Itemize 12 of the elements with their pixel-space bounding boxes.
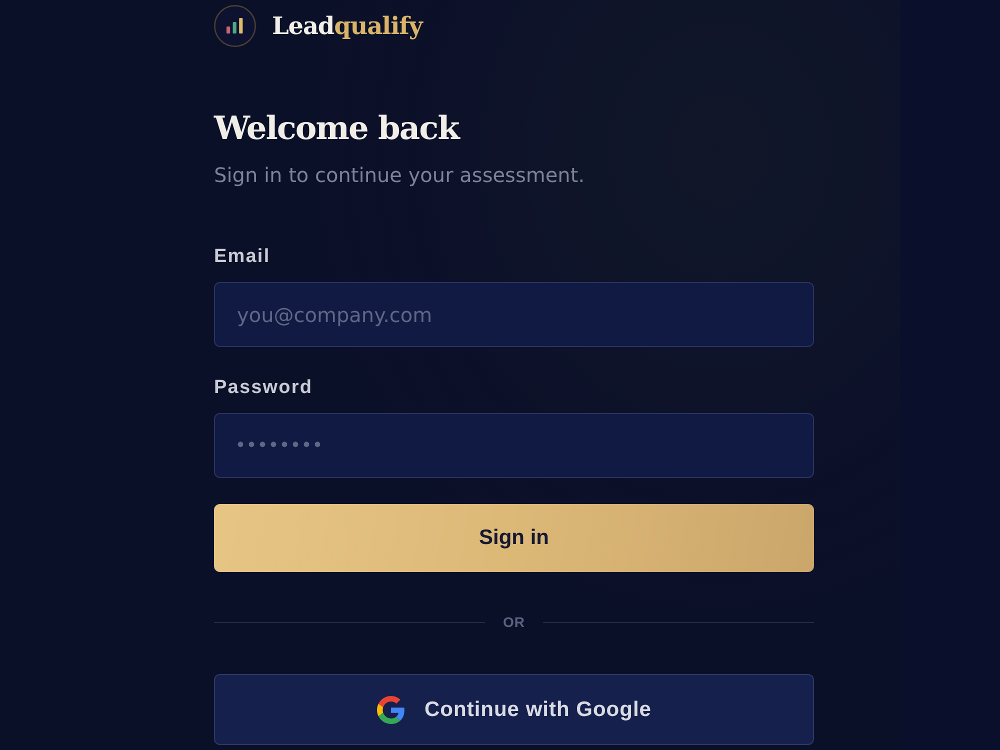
- sign-in-button[interactable]: Sign in: [214, 504, 814, 572]
- field-label: Password: [214, 376, 313, 399]
- divider-label: OR: [503, 613, 525, 631]
- google-sign-in-button[interactable]: Continue with Google: [214, 674, 814, 745]
- password-field[interactable]: ••••••••: [214, 413, 814, 478]
- bar-chart-logo-icon: [214, 5, 256, 47]
- field-label: Email: [214, 245, 270, 268]
- google-g-icon: [376, 696, 404, 724]
- email-field[interactable]: you@company.com: [214, 282, 814, 347]
- page-title: Welcome back: [214, 108, 459, 149]
- brand-wordmark: Leadqualify: [272, 11, 422, 41]
- page-subtitle: Sign in to continue your assessment.: [214, 163, 585, 187]
